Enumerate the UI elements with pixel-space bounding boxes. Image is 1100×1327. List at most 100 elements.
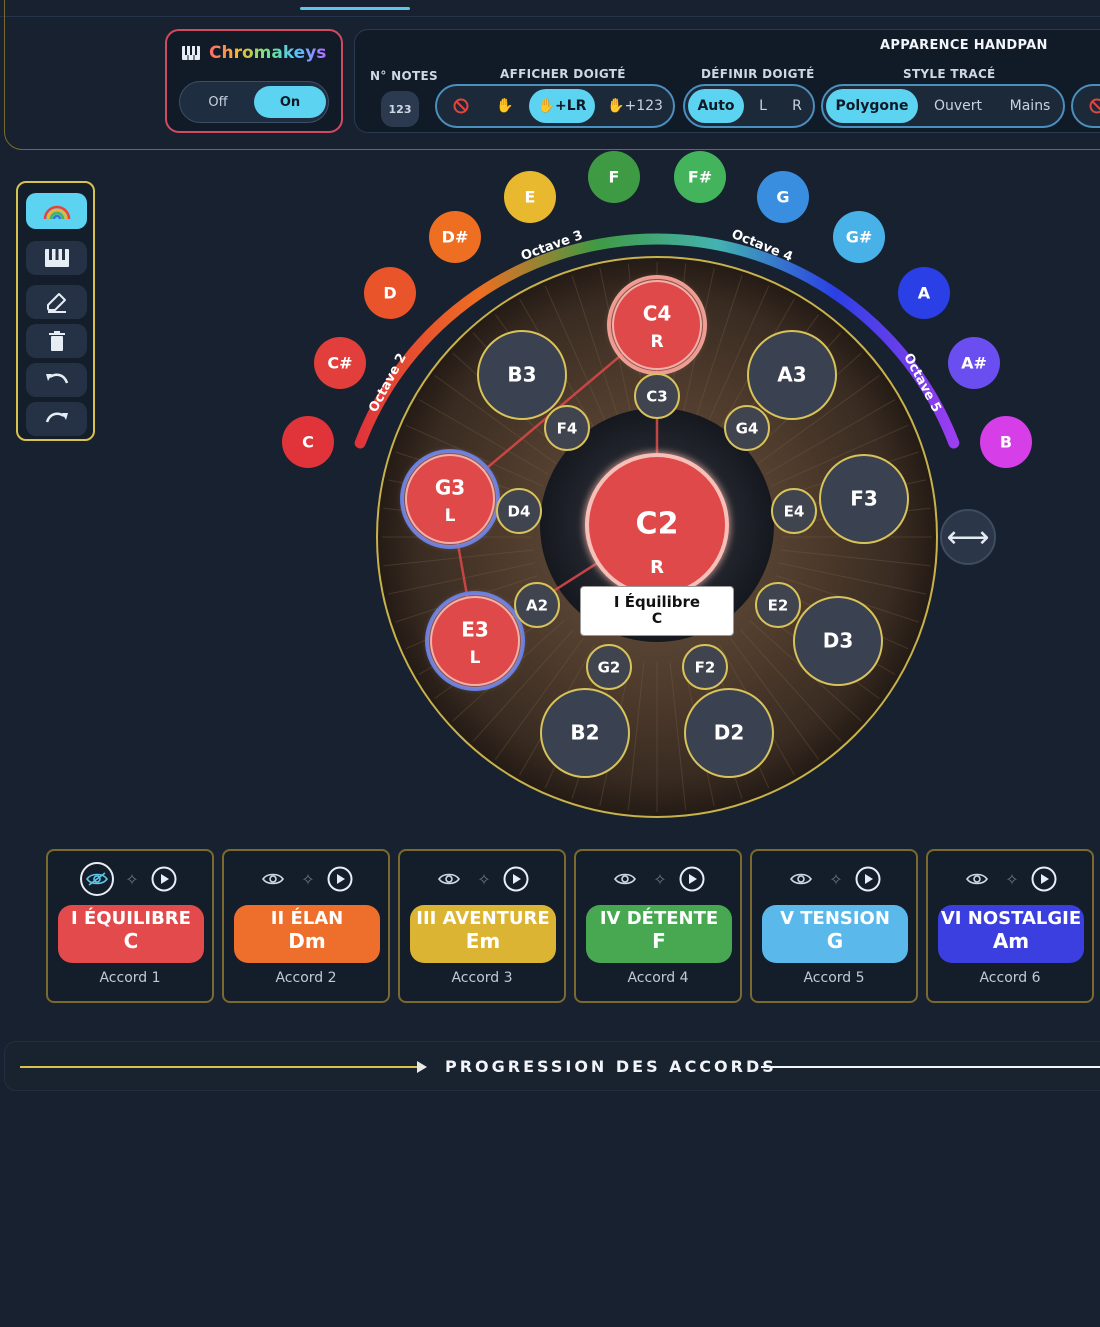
note-g4[interactable]: G4 xyxy=(724,405,770,451)
chord-pill[interactable]: V TENSION G xyxy=(762,905,908,963)
note-c3[interactable]: C3 xyxy=(634,373,680,419)
note-f4[interactable]: F4 xyxy=(544,405,590,451)
eye-icon[interactable] xyxy=(787,865,815,893)
doigte-auto-option[interactable]: Auto xyxy=(688,89,744,123)
chromatic-note-f-sharp[interactable]: F# xyxy=(674,151,726,203)
play-icon[interactable] xyxy=(1030,865,1058,893)
chord-card[interactable]: ✧ IV DÉTENTE F Accord 4 xyxy=(574,849,742,1003)
hand-icon: ✋ xyxy=(496,98,514,114)
num-notes-label: N° NOTES xyxy=(370,69,438,83)
play-icon[interactable] xyxy=(854,865,882,893)
num-notes-button[interactable]: 123 xyxy=(381,91,419,127)
chromatic-note-b[interactable]: B xyxy=(980,416,1032,468)
chromatic-note-c[interactable]: C xyxy=(282,416,334,468)
note-e3[interactable]: E3 L xyxy=(425,591,525,691)
eye-icon[interactable] xyxy=(259,865,287,893)
sparkle-icon[interactable]: ✧ xyxy=(294,865,322,893)
eye-icon[interactable] xyxy=(435,865,463,893)
chromatic-note-d-sharp[interactable]: D# xyxy=(429,211,481,263)
eye-icon[interactable] xyxy=(80,862,114,896)
definir-doigte-group: Auto L R xyxy=(683,84,815,128)
chord-card[interactable]: ✧ VI NOSTALGIE Am Accord 6 xyxy=(926,849,1094,1003)
svg-text:A: A xyxy=(918,284,931,303)
note-d2[interactable]: D2 xyxy=(684,688,774,778)
piano-icon xyxy=(182,46,200,60)
chromatic-note-f[interactable]: F xyxy=(588,151,640,203)
chord-card[interactable]: ✧ I ÉQUILIBRE C Accord 1 xyxy=(46,849,214,1003)
note-f3[interactable]: F3 xyxy=(819,454,909,544)
hide-fingering-option[interactable] xyxy=(441,89,481,123)
chord-card[interactable]: ✧ V TENSION G Accord 5 xyxy=(750,849,918,1003)
eye-icon[interactable] xyxy=(611,865,639,893)
svg-text:F: F xyxy=(609,168,620,187)
svg-text:B: B xyxy=(1000,433,1012,452)
sparkle-icon[interactable]: ✧ xyxy=(646,865,674,893)
chromatic-note-e[interactable]: E xyxy=(504,171,556,223)
style-polygone-option[interactable]: Polygone xyxy=(826,89,918,123)
chord-card[interactable]: ✧ III AVENTURE Em Accord 3 xyxy=(398,849,566,1003)
tooltip-chord-root: C xyxy=(651,611,663,627)
play-icon[interactable] xyxy=(326,865,354,893)
afficher-doigte-label: AFFICHER DOIGTÉ xyxy=(500,67,626,81)
note-d4[interactable]: D4 xyxy=(496,488,542,534)
chord-pill[interactable]: IV DÉTENTE F xyxy=(586,905,732,963)
note-c4[interactable]: C4 R xyxy=(607,275,707,375)
arrow-right-icon xyxy=(417,1061,427,1073)
chord-pill[interactable]: II ÉLAN Dm xyxy=(234,905,380,963)
chord-numeral-name: VI NOSTALGIE xyxy=(940,908,1082,929)
chromatic-note-a[interactable]: A xyxy=(898,267,950,319)
note-center-c2[interactable]: C2 R xyxy=(585,453,729,597)
note-g2[interactable]: G2 xyxy=(586,644,632,690)
play-icon[interactable] xyxy=(502,865,530,893)
chromatic-note-g[interactable]: G xyxy=(757,171,809,223)
handpan-appearance-panel: APPARENCE HANDPAN N° NOTES 123 AFFICHER … xyxy=(354,29,1100,133)
chord-card[interactable]: ✧ II ÉLAN Dm Accord 2 xyxy=(222,849,390,1003)
note-a2[interactable]: A2 xyxy=(514,582,560,628)
doigte-r-option[interactable]: R xyxy=(781,89,813,123)
note-f2[interactable]: F2 xyxy=(682,644,728,690)
chord-pill[interactable]: I ÉQUILIBRE C xyxy=(58,905,204,963)
svg-text:G: G xyxy=(776,188,789,207)
eye-icon[interactable] xyxy=(963,865,991,893)
chord-pill[interactable]: VI NOSTALGIE Am xyxy=(938,905,1084,963)
chord-card-actions: ✧ xyxy=(400,863,564,895)
chromatic-note-a-sharp[interactable]: A# xyxy=(948,337,1000,389)
chromakeys-off-option[interactable]: Off xyxy=(182,86,254,118)
chromatic-note-c-sharp[interactable]: C# xyxy=(314,337,366,389)
hand-option[interactable]: ✋ xyxy=(485,89,525,123)
disable-option[interactable] xyxy=(1077,89,1100,123)
note-g3[interactable]: G3 L xyxy=(400,449,500,549)
chord-tooltip: I Équilibre C xyxy=(580,586,734,636)
chord-pill[interactable]: III AVENTURE Em xyxy=(410,905,556,963)
sparkle-icon[interactable]: ✧ xyxy=(822,865,850,893)
sparkle-icon[interactable]: ✧ xyxy=(470,865,498,893)
style-mains-option[interactable]: Mains xyxy=(997,89,1063,123)
chromakeys-on-option[interactable]: On xyxy=(254,86,326,118)
doigte-l-option[interactable]: L xyxy=(747,89,779,123)
note-b2[interactable]: B2 xyxy=(540,688,630,778)
chord-accord-label: Accord 3 xyxy=(451,970,513,986)
chord-numeral-name: II ÉLAN xyxy=(270,908,344,929)
note-e2[interactable]: E2 xyxy=(755,582,801,628)
note-d3[interactable]: D3 xyxy=(793,596,883,686)
chromatic-note-g-sharp[interactable]: G# xyxy=(833,211,885,263)
sparkle-icon[interactable]: ✧ xyxy=(998,865,1026,893)
note-a3[interactable]: A3 xyxy=(747,330,837,420)
note-e4[interactable]: E4 xyxy=(771,488,817,534)
no-icon xyxy=(453,98,469,114)
svg-text:D4: D4 xyxy=(508,503,531,521)
chromakeys-toggle[interactable]: Off On xyxy=(179,81,329,123)
swap-arrows-button[interactable]: ⟷ xyxy=(940,509,996,565)
play-icon[interactable] xyxy=(678,865,706,893)
sparkle-icon[interactable]: ✧ xyxy=(118,865,146,893)
svg-text:A#: A# xyxy=(961,354,987,373)
svg-text:E: E xyxy=(525,188,536,207)
style-ouvert-option[interactable]: Ouvert xyxy=(921,89,995,123)
note-b3[interactable]: B3 xyxy=(477,330,567,420)
extra-option-group xyxy=(1071,84,1100,128)
chromatic-note-d[interactable]: D xyxy=(364,267,416,319)
fingering-lr-option[interactable]: ✋ +LR xyxy=(529,89,595,123)
progression-line-right xyxy=(761,1066,1100,1068)
play-icon[interactable] xyxy=(150,865,178,893)
fingering-123-option[interactable]: ✋ +123 xyxy=(601,89,669,123)
